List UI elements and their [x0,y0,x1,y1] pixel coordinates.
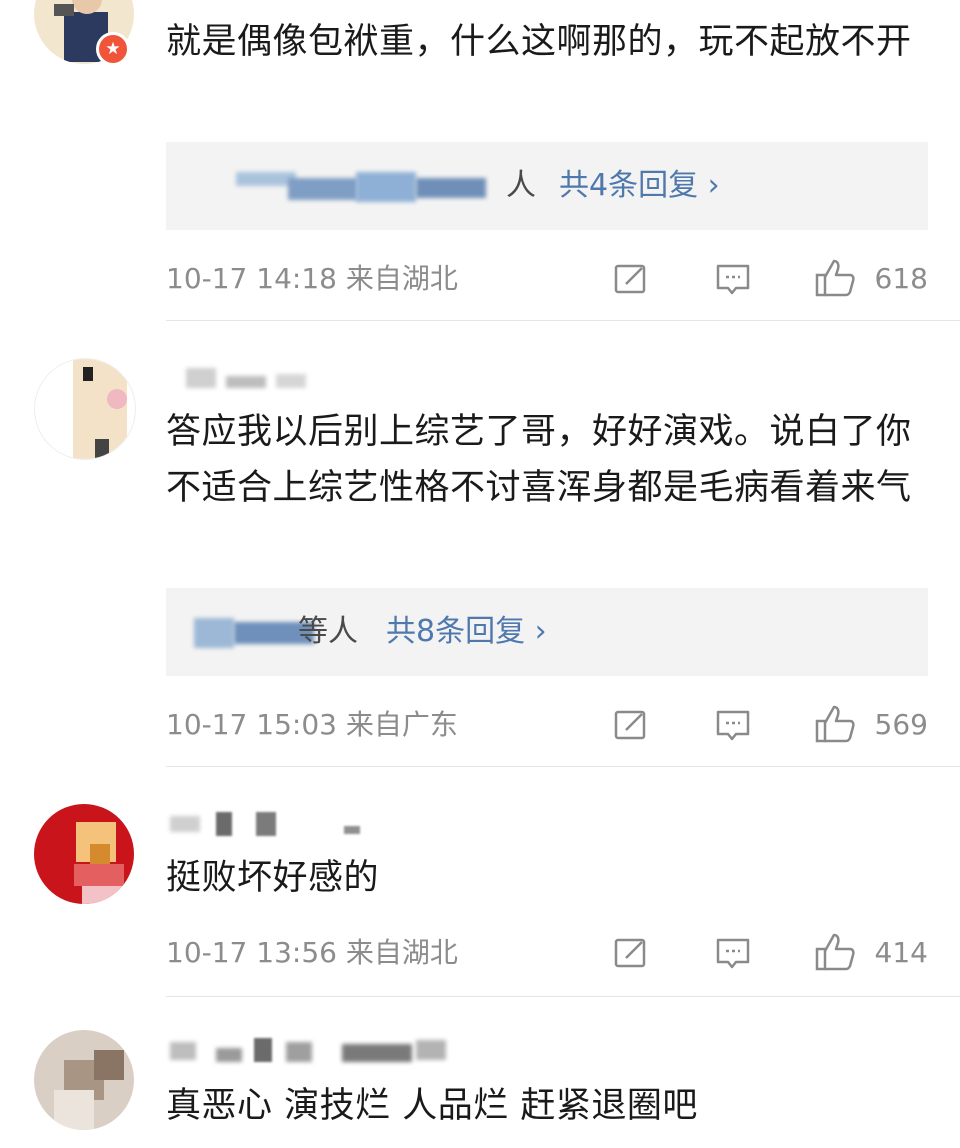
thumbs-up-icon[interactable] [814,703,856,745]
like-count: 569 [874,708,928,741]
comment-text: 挺败坏好感的 [166,858,380,898]
reply-count-link[interactable]: 共4条回复 › [559,142,720,230]
replies-preview[interactable]: 等人 共8条回复 › [166,588,928,676]
comment-meta: 10-17 14:18 来自湖北 618 [166,254,928,304]
username-redacted[interactable] [166,364,316,390]
verified-badge-icon: ★ [96,32,130,66]
avatar[interactable] [34,358,136,460]
username-redacted[interactable] [166,810,366,836]
divider [166,996,960,997]
comment-time: 10-17 14:18 [166,262,337,295]
comment-icon[interactable] [714,260,752,298]
comment-meta: 10-17 13:56 来自湖北 414 [166,928,928,978]
comment-location: 来自湖北 [345,936,458,969]
share-icon[interactable] [612,934,650,972]
reply-suffix: 人 [506,168,536,203]
thumbs-up-icon[interactable] [814,931,856,973]
like-count: 618 [874,262,928,295]
replies-preview[interactable]: 人 共4条回复 › [166,142,928,230]
comment-location: 来自湖北 [345,262,458,295]
avatar[interactable] [34,804,134,904]
reply-suffix: 等人 [298,614,358,649]
reply-count-link[interactable]: 共8条回复 › [386,588,547,676]
comment-text: 就是偶像包袱重，什么这啊那的，玩不起放不开 [166,22,912,62]
comment-time: 10-17 15:03 [166,708,337,741]
divider [166,766,960,767]
avatar[interactable] [34,1030,134,1130]
username-redacted[interactable] [166,1036,466,1062]
comment-text: 答应我以后别上综艺了哥，好好演戏。说白了你不适合上综艺性格不讨喜浑身都是毛病看着… [166,412,912,508]
share-icon[interactable] [612,706,650,744]
comment-icon[interactable] [714,934,752,972]
share-icon[interactable] [612,260,650,298]
comment-icon[interactable] [714,706,752,744]
divider [166,320,960,321]
thumbs-up-icon[interactable] [814,257,856,299]
comment-location: 来自广东 [345,708,458,741]
like-count: 414 [874,936,928,969]
comment-time: 10-17 13:56 [166,936,337,969]
comment-meta: 10-17 15:03 来自广东 569 [166,700,928,750]
comment-text: 真恶心 演技烂 人品烂 赶紧退圈吧 [166,1086,698,1126]
